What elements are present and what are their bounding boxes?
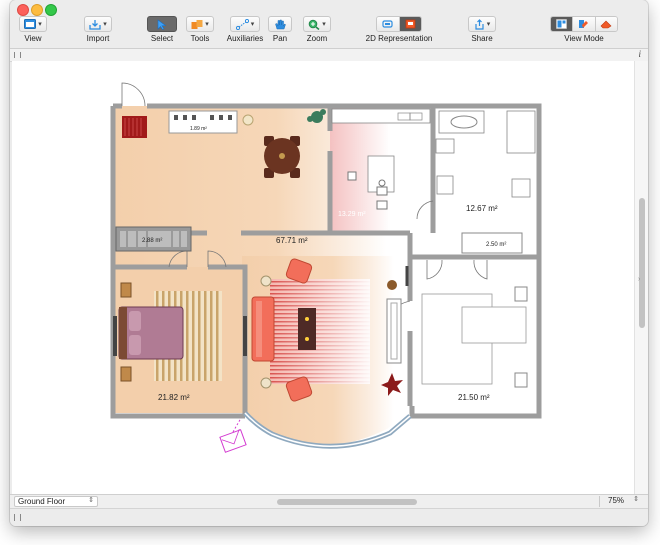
area-bath-top-right: 12.67 m² [466, 204, 498, 213]
vertical-scroll-thumb[interactable] [639, 198, 645, 328]
area-shelf: 1.89 m² [190, 126, 207, 132]
top-ruler: i [10, 48, 648, 62]
view-mode-toggle[interactable] [550, 16, 618, 32]
chevron-down-icon: ▾ [38, 21, 42, 28]
cursor-arrow-icon [157, 18, 167, 30]
design-icon [579, 20, 589, 28]
sofa [251, 296, 275, 362]
area-small-right: 2.50 m² [486, 242, 506, 248]
toolbar-tools-label: Tools [190, 34, 210, 43]
view-icon [24, 19, 37, 29]
eraser-icon [600, 20, 612, 29]
coffee-table [298, 308, 316, 350]
sidebar-toggle-handle[interactable] [14, 514, 21, 521]
toolbar-zoom-label: Zoom [306, 34, 328, 43]
floorplan-icon [405, 19, 416, 29]
chevron-down-icon: ▾ [103, 21, 107, 28]
toolbar-representation-label: 2D Representation [365, 34, 433, 43]
zoom-select[interactable]: 75% ⇕ [599, 496, 643, 507]
status-bar [10, 508, 648, 526]
cube-icon [382, 20, 393, 28]
hand-icon [275, 19, 286, 29]
plant-right [387, 280, 397, 290]
compass-icon [219, 417, 247, 453]
horizontal-scroll-thumb[interactable] [277, 499, 417, 505]
area-bedroom: 21.82 m² [158, 393, 190, 402]
select-arrows-icon: ⇕ [633, 496, 639, 503]
toolbar-pan[interactable]: Pan [266, 16, 294, 43]
floor-bar: Ground Floor ⇕ 75% ⇕ [10, 494, 648, 509]
floor-select-value: Ground Floor [18, 497, 66, 506]
toolbar-zoom[interactable]: ▾ Zoom [302, 16, 332, 43]
area-closet: 2.88 m² [142, 238, 162, 244]
toolbar-view[interactable]: ▾ View [18, 16, 48, 43]
horizontal-scrollbar[interactable] [102, 498, 590, 506]
toolbar-import-label: Import [86, 34, 110, 43]
tools-icon [191, 19, 203, 29]
view-mode-design-option[interactable] [573, 17, 596, 31]
toolbar-select[interactable]: Select [144, 16, 180, 43]
toolbar-view-label: View [24, 34, 42, 43]
toolbar-tools[interactable]: ▾ Tools [184, 16, 216, 43]
toolbar-share[interactable]: ▾ Share [468, 16, 496, 43]
zoom-icon [308, 19, 320, 30]
toolbar-auxiliaries[interactable]: ▾ Auxiliaries [222, 16, 268, 43]
bed [118, 306, 184, 360]
app-window: ▾ View ▾ Import Select ▾ Tools ▾ Auxilia… [10, 0, 648, 526]
tv-console [386, 298, 402, 364]
vertical-scrollbar[interactable]: › [634, 61, 648, 494]
dining-table [264, 136, 300, 178]
toolbar-auxiliaries-label: Auxiliaries [226, 34, 264, 43]
share-icon [475, 18, 484, 30]
ruler-handle[interactable] [14, 52, 21, 58]
toolbar-import[interactable]: ▾ Import [83, 16, 113, 43]
import-icon [89, 19, 101, 30]
floorplan-canvas[interactable]: 67.71 m² 21.82 m² 12.67 m² 21.50 m² 13.2… [12, 61, 634, 494]
zoom-window-button[interactable] [45, 4, 57, 16]
layout-icon [556, 19, 567, 29]
chevron-down-icon: ▾ [250, 21, 255, 28]
lamp [242, 114, 254, 126]
chevron-down-icon: ▾ [322, 21, 326, 28]
area-living: 67.71 m² [276, 236, 308, 245]
chevron-down-icon: ▾ [486, 21, 491, 28]
info-button[interactable]: i [638, 49, 641, 59]
toolbar-view-mode[interactable]: View Mode [542, 16, 626, 43]
select-arrows-icon: ⇕ [88, 497, 94, 504]
view-mode-eraser-option[interactable] [595, 17, 617, 31]
area-bath-right: 21.50 m² [458, 393, 490, 402]
representation-3d-option[interactable] [377, 17, 400, 31]
floor-select[interactable]: Ground Floor ⇕ [14, 496, 98, 507]
zoom-level: 75% [608, 496, 625, 505]
toolbar-representation[interactable]: 2D Representation [362, 16, 436, 43]
toolbar-select-label: Select [150, 34, 174, 43]
bathtub [506, 110, 536, 154]
chevron-down-icon: ▾ [205, 21, 209, 28]
minimize-window-button[interactable] [31, 4, 43, 16]
entry-rug [122, 116, 147, 138]
close-window-button[interactable] [17, 4, 29, 16]
toolbar-view-mode-label: View Mode [564, 34, 604, 43]
view-mode-floorplan-option[interactable] [551, 17, 574, 31]
scroll-arrow-icon: › [638, 276, 641, 283]
kitchen-counter [331, 108, 431, 124]
toolbar-pan-label: Pan [272, 34, 288, 43]
representation-2d-option[interactable] [399, 17, 421, 31]
auxiliaries-icon [235, 18, 249, 30]
area-kitchen: 13.29 m² [338, 211, 366, 218]
representation-toggle[interactable] [376, 16, 422, 32]
floorplan-drawing: 67.71 m² 21.82 m² 12.67 m² 21.50 m² 13.2… [110, 82, 542, 453]
toolbar-share-label: Share [471, 34, 493, 43]
